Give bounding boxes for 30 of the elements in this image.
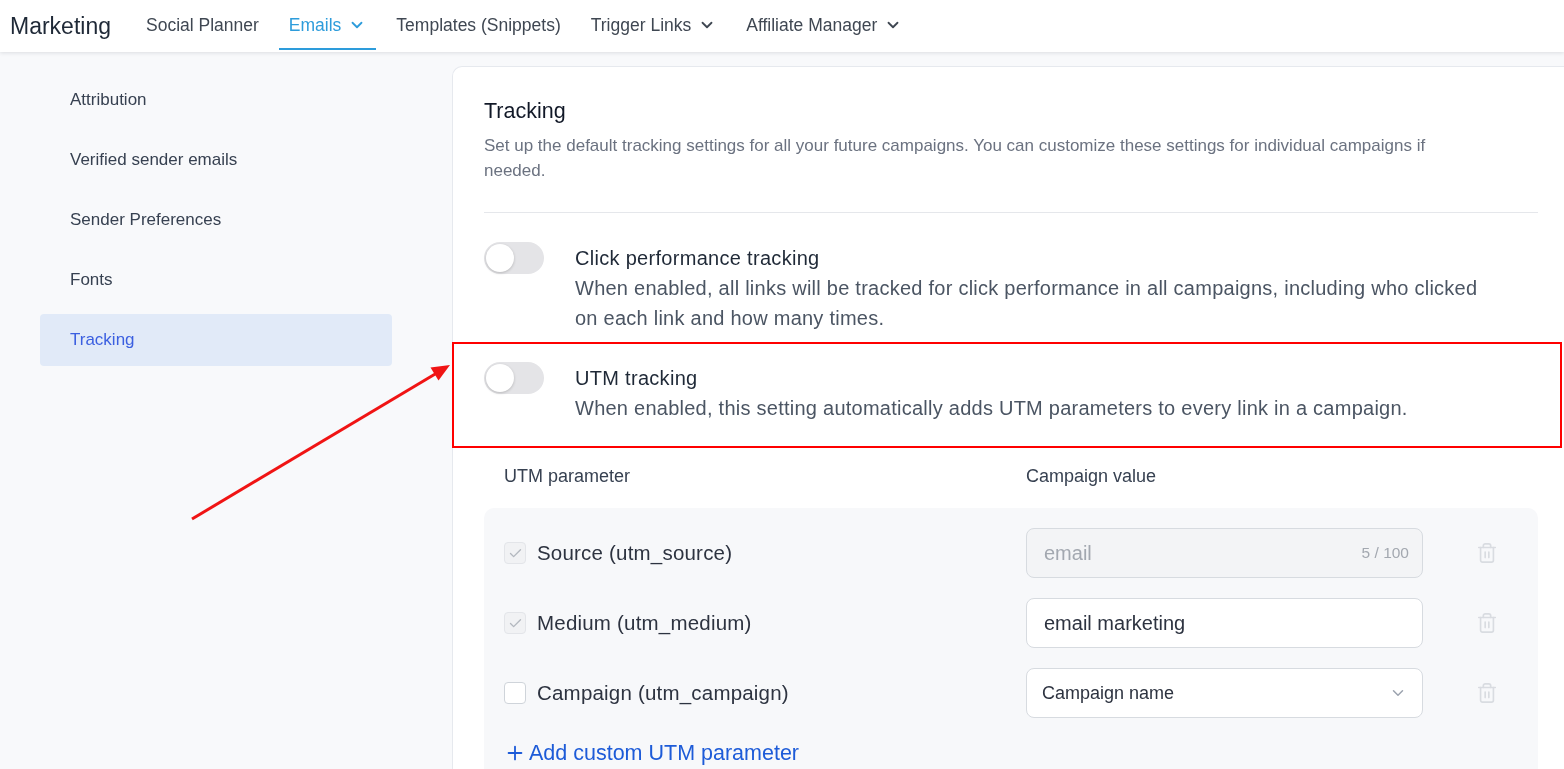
toggle-switch[interactable] [484, 242, 544, 274]
nav-tab[interactable]: Affiliate Manager [736, 0, 913, 50]
nav-tab[interactable]: Social Planner [136, 0, 269, 50]
setting-title: Click performance tracking [575, 246, 821, 271]
delete-icon[interactable] [1476, 612, 1498, 634]
toggle-switch[interactable] [484, 362, 544, 394]
column-header: UTM parameter [504, 466, 632, 486]
checkbox[interactable] [504, 682, 526, 704]
section-title: Tracking [484, 99, 567, 123]
setting-description: When enabled, all links will be tracked for click performance in all campaigns, including who clicked on each link and how many times. [575, 276, 1479, 331]
sidebar-item[interactable]: Verified sender emails [40, 134, 392, 186]
nav-tab[interactable]: Templates (Snippets) [386, 0, 571, 50]
add-parameter-link[interactable]: Add custom UTM parameter [504, 741, 800, 765]
select-field[interactable]: Campaign name [1026, 668, 1423, 718]
section-description: Set up the default tracking settings for all your future campaigns. You can customize these settings for individual campaigns if needed. [484, 135, 1427, 182]
parameter-label: Campaign (utm_campaign) [537, 681, 789, 705]
sidebar-item[interactable]: Tracking [40, 314, 392, 366]
app-title: Marketing [10, 12, 111, 40]
delete-icon[interactable] [1476, 682, 1498, 704]
sidebar-item[interactable]: Sender Preferences [40, 194, 392, 246]
nav-tab[interactable]: Trigger Links [580, 0, 727, 50]
parameter-label: Medium (utm_medium) [537, 611, 752, 635]
sidebar-item[interactable]: Fonts [40, 254, 392, 306]
sidebar-item[interactable]: Attribution [40, 74, 392, 126]
character-counter: 5 / 100 [1361, 544, 1409, 562]
column-header: Campaign value [1026, 466, 1158, 486]
parameter-label: Source (utm_source) [537, 541, 733, 565]
setting-description: When enabled, this setting automatically adds UTM parameters to every link in a campaign. [575, 396, 1408, 421]
setting-title: UTM tracking [575, 366, 699, 391]
delete-icon[interactable] [1476, 542, 1498, 564]
